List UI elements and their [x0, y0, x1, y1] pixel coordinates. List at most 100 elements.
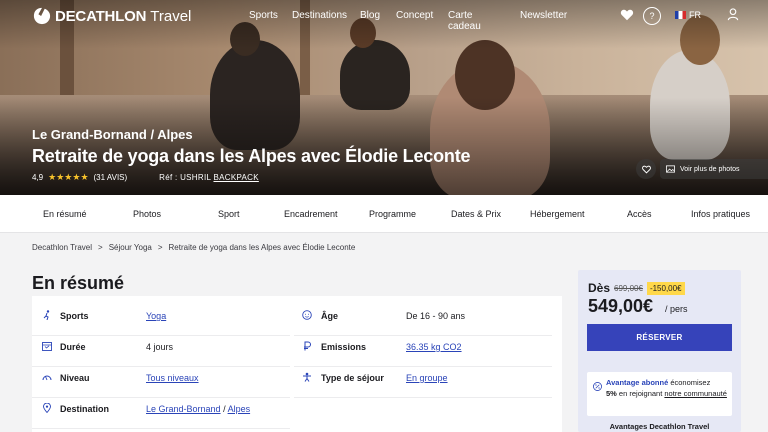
co2-icon — [304, 341, 311, 351]
tab-practical-info[interactable]: Infos pratiques — [691, 209, 750, 219]
sports-label: Sports — [60, 311, 89, 321]
nav-newsletter[interactable]: Newsletter — [520, 10, 567, 21]
trip-type-value[interactable]: En groupe — [406, 373, 448, 383]
breadcrumb-home[interactable]: Decathlon Travel — [32, 243, 92, 252]
duration-label: Durée — [60, 342, 86, 352]
calendar-icon — [42, 342, 52, 351]
promo-text-1: économisez — [668, 378, 711, 387]
nav-destinations[interactable]: Destinations — [292, 10, 347, 21]
advantages-heading: Avantages Decathlon Travel — [609, 422, 710, 431]
logo-sub: Travel — [150, 7, 192, 25]
member-promo: Avantage abonné économisez 5% en rejoign… — [587, 372, 732, 416]
trip-type-label: Type de séjour — [321, 373, 384, 383]
breadcrumb-category[interactable]: Séjour Yoga — [109, 243, 152, 252]
breadcrumb-separator: > — [157, 243, 163, 252]
summary-table: Sports Yoga Durée 4 jours Niveau Tous ni… — [32, 296, 562, 432]
hero-text: Le Grand-Bornand / Alpes Retraite de yog… — [32, 127, 471, 183]
star-icon: ★ — [72, 172, 81, 182]
reviews-link[interactable]: (31 AVIS) — [94, 173, 128, 182]
tab-sport[interactable]: Sport — [218, 209, 240, 219]
user-icon[interactable] — [727, 8, 739, 21]
price-row: Dès 699,00€ -150,00€ — [588, 281, 685, 295]
community-link[interactable]: notre communauté — [664, 389, 727, 398]
top-navigation: DECATHLON Travel Sports Destinations Blo… — [0, 0, 768, 32]
trip-title: Retraite de yoga dans les Alpes avec Élo… — [32, 146, 471, 166]
tab-accommodation[interactable]: Hébergement — [530, 209, 585, 219]
promo-text-2: en rejoignant — [616, 389, 665, 398]
tab-coaching[interactable]: Encadrement — [284, 209, 338, 219]
gauge-icon — [42, 375, 52, 381]
heart-outline-icon — [641, 165, 651, 174]
promo-text: Avantage abonné économisez 5% en rejoign… — [606, 377, 730, 399]
duration-value: 4 jours — [146, 342, 174, 352]
destination-value: Le Grand-Bornand / Alpes — [146, 404, 250, 414]
nav-concept[interactable]: Concept — [396, 10, 433, 21]
destination-region-link[interactable]: Alpes — [228, 404, 251, 414]
trip-location: Le Grand-Bornand / Alpes — [32, 127, 193, 142]
running-icon — [43, 310, 50, 320]
pin-icon — [43, 403, 51, 413]
hero-image: DECATHLON Travel Sports Destinations Blo… — [0, 0, 768, 195]
rating-stars: ★ ★ ★ ★ ★ — [48, 173, 88, 182]
image-icon — [666, 165, 675, 173]
star-icon: ★ — [80, 172, 89, 182]
discount-badge: -150,00€ — [646, 281, 685, 295]
tab-summary[interactable]: En résumé — [43, 209, 87, 219]
breadcrumb-separator: > — [98, 243, 103, 252]
summary-row-sports: Sports Yoga — [32, 306, 290, 336]
favorite-button[interactable] — [636, 159, 656, 179]
rating-value: 4,9 — [32, 173, 44, 182]
sports-value[interactable]: Yoga — [146, 311, 166, 321]
destination-town-link[interactable]: Le Grand-Bornand — [146, 404, 221, 414]
logo-icon — [33, 7, 51, 25]
age-label: Âge — [321, 311, 339, 321]
group-icon — [303, 372, 311, 382]
trip-reference: Réf : USHRIL BACKPACK — [159, 173, 259, 182]
summary-heading: En résumé — [32, 273, 125, 293]
summary-row-age: Âge De 16 - 90 ans — [294, 306, 552, 336]
reserve-button[interactable]: RÉSERVER — [587, 324, 732, 351]
current-price: 549,00€ — [588, 296, 654, 316]
face-icon — [302, 310, 312, 320]
star-icon: ★ — [48, 172, 57, 182]
nav-sports[interactable]: Sports — [249, 10, 278, 21]
promo-percent: 5% — [606, 389, 617, 398]
nav-blog[interactable]: Blog — [360, 10, 380, 21]
summary-row-emissions: Emissions 36.35 kg CO2 — [294, 337, 552, 367]
ref-label: Réf : USHRIL — [159, 173, 211, 182]
nav-gift-card[interactable]: Carte cadeau — [448, 10, 481, 32]
logo-brand: DECATHLON — [55, 7, 147, 25]
summary-row-level: Niveau Tous niveaux — [32, 368, 290, 398]
breadcrumb: Decathlon Travel > Séjour Yoga > Retrait… — [32, 243, 355, 252]
tab-access[interactable]: Accès — [627, 209, 652, 219]
section-tabs: En résumé Photos Sport Encadrement Progr… — [0, 195, 768, 233]
summary-row-duration: Durée 4 jours — [32, 337, 290, 367]
language-selector[interactable]: FR — [675, 10, 701, 20]
tab-photos[interactable]: Photos — [133, 209, 161, 219]
ref-link[interactable]: BACKPACK — [213, 173, 258, 182]
flag-fr-icon — [675, 11, 686, 19]
percent-badge-icon — [593, 382, 602, 391]
age-value: De 16 - 90 ans — [406, 311, 466, 321]
star-icon: ★ — [56, 172, 65, 182]
tab-dates-prices[interactable]: Dates & Prix — [451, 209, 501, 219]
summary-row-destination: Destination Le Grand-Bornand / Alpes — [32, 399, 290, 429]
per-person-label: / pers — [665, 304, 688, 314]
decathlon-travel-logo[interactable]: DECATHLON Travel — [33, 7, 191, 25]
language-label: FR — [689, 10, 701, 20]
see-more-photos-button[interactable]: Voir plus de photos — [660, 159, 768, 179]
trip-meta: 4,9 ★ ★ ★ ★ ★ (31 AVIS) Réf : USHRIL BAC… — [32, 173, 470, 183]
emissions-label: Emissions — [321, 342, 367, 352]
star-icon: ★ — [64, 172, 73, 182]
heart-icon[interactable] — [620, 8, 634, 22]
from-label: Dès — [588, 281, 611, 295]
promo-highlight: Avantage abonné — [606, 378, 669, 387]
old-price: 699,00€ — [614, 283, 643, 293]
booking-card: Dès 699,00€ -150,00€ 549,00€ / pers RÉSE… — [578, 270, 741, 432]
emissions-value[interactable]: 36.35 kg CO2 — [406, 342, 462, 352]
help-button[interactable]: ? — [643, 7, 661, 25]
tab-program[interactable]: Programme — [369, 209, 416, 219]
level-value[interactable]: Tous niveaux — [146, 373, 199, 383]
summary-row-trip-type: Type de séjour En groupe — [294, 368, 552, 398]
destination-separator: / — [220, 404, 228, 414]
